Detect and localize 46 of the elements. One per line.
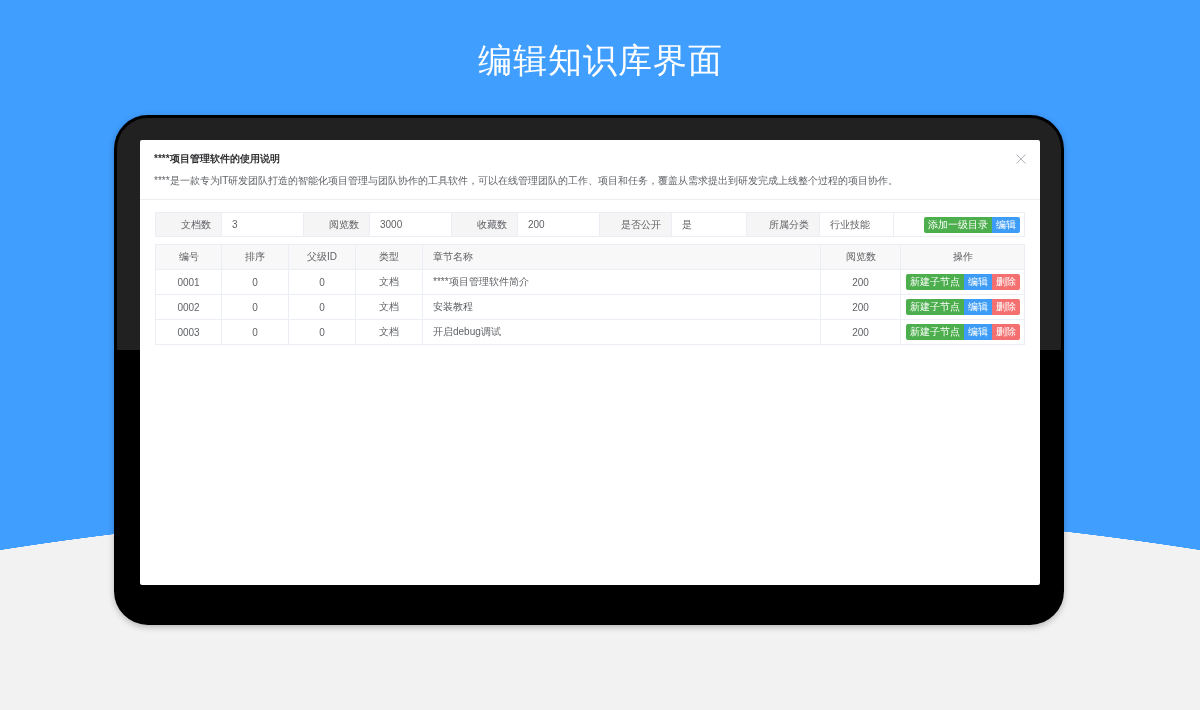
table-cell: 安装教程: [422, 294, 821, 320]
table-cell: 开启debug调试: [422, 319, 821, 345]
edit-button[interactable]: 编辑: [963, 274, 992, 290]
table-cell: 0: [221, 269, 289, 295]
field-label: 收藏数: [452, 213, 518, 236]
delete-button[interactable]: 删除: [991, 324, 1020, 340]
page-heading: 编辑知识库界面: [477, 40, 723, 81]
column-header: 编号: [155, 244, 222, 270]
table-cell: 0: [288, 269, 356, 295]
table-cell: 0: [288, 294, 356, 320]
table-cell: 文档: [355, 269, 423, 295]
table-cell: 文档: [355, 319, 423, 345]
column-header: 操作: [900, 244, 1025, 270]
table-cell: ****项目管理软件简介: [422, 269, 821, 295]
table-cell: 0002: [155, 294, 222, 320]
column-header: 类型: [355, 244, 423, 270]
column-header: 章节名称: [422, 244, 821, 270]
field-label: 是否公开: [600, 213, 672, 236]
add-button[interactable]: 新建子节点: [905, 299, 964, 315]
field-label: 文档数: [156, 213, 222, 236]
dialog-description: ****是一款专为IT研发团队打造的智能化项目管理与团队协作的工具软件，可以在线管理团队的工作、项目和任务，覆盖从需求提出到研发完成上线整个过程的项目协作。: [154, 174, 900, 188]
edit-button[interactable]: 编辑: [963, 324, 992, 340]
column-header: 排序: [221, 244, 289, 270]
add-button[interactable]: 添加一级目录: [924, 216, 992, 233]
field-label: 所属分类: [747, 213, 820, 236]
table-cell: 0: [221, 319, 289, 345]
edit-button[interactable]: 编辑: [963, 299, 992, 315]
table-cell: 0: [288, 319, 356, 345]
delete-button[interactable]: 删除: [991, 299, 1020, 315]
dialog-title: ****项目管理软件的使用说明: [154, 152, 281, 166]
field-label: 阅览数: [304, 213, 370, 236]
add-button[interactable]: 新建子节点: [905, 274, 964, 290]
table-cell: 200: [820, 294, 901, 320]
table-cell: 0003: [155, 319, 222, 345]
close-icon[interactable]: [1016, 154, 1026, 164]
table-cell: 文档: [355, 294, 423, 320]
field-value: 行业技能: [820, 213, 894, 236]
table-cell: 0: [221, 294, 289, 320]
table-cell: 200: [820, 269, 901, 295]
edit-button[interactable]: 编辑: [992, 216, 1020, 233]
column-header: 父级ID: [288, 244, 356, 270]
column-header: 阅览数: [820, 244, 901, 270]
table-cell: 200: [820, 319, 901, 345]
add-button[interactable]: 新建子节点: [905, 324, 964, 340]
delete-button[interactable]: 删除: [991, 274, 1020, 290]
table-cell: 0001: [155, 269, 222, 295]
